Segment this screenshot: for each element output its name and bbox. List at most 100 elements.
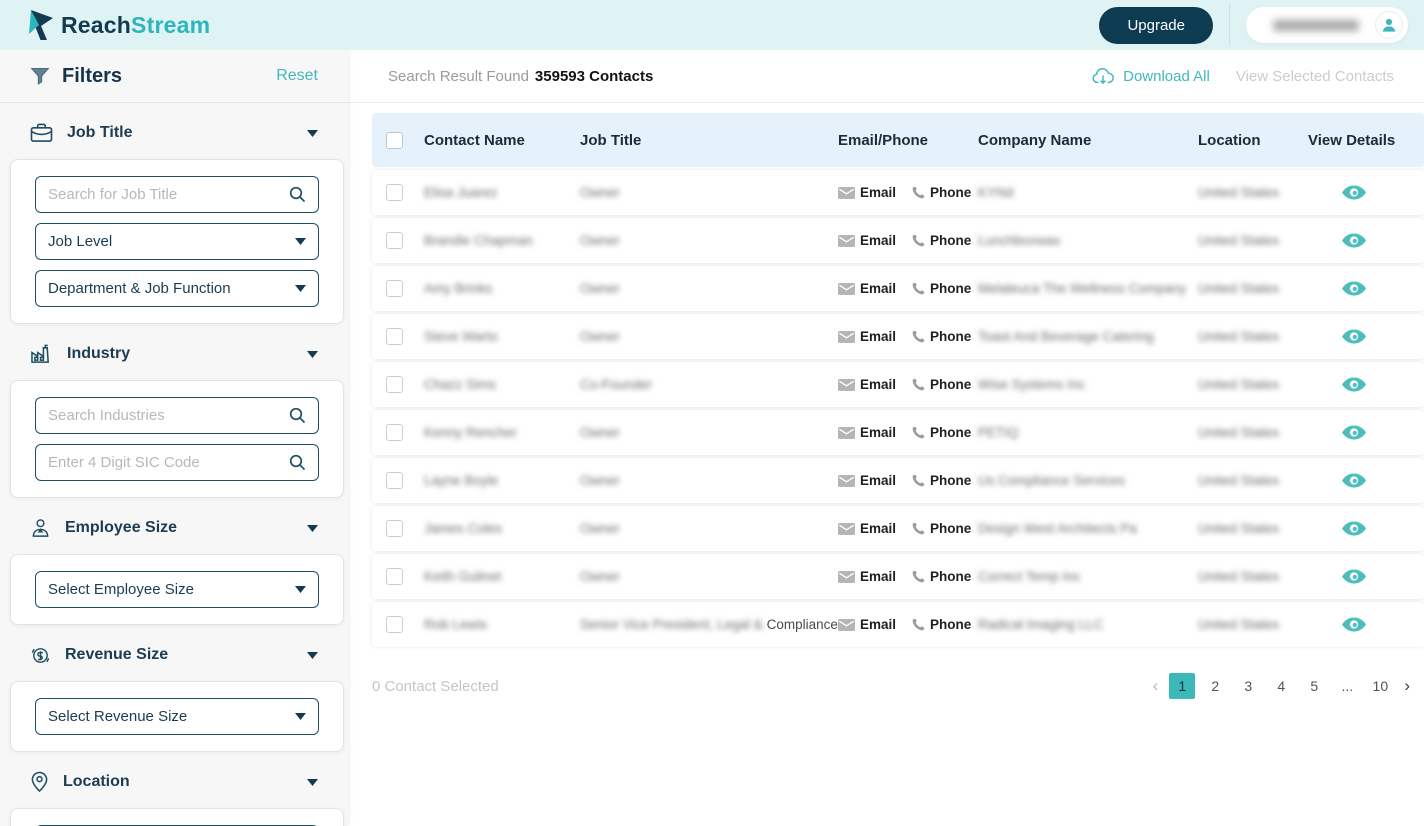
phone-link[interactable]: Phone — [912, 233, 971, 248]
phone-link[interactable]: Phone — [912, 281, 971, 296]
filter-section-job-title: Job Title Job Level Department & Job Fun… — [0, 111, 348, 324]
phone-link[interactable]: Phone — [912, 185, 971, 200]
view-selected-contacts-button[interactable]: View Selected Contacts — [1236, 68, 1394, 85]
view-details-eye-icon[interactable] — [1342, 521, 1424, 536]
email-link[interactable]: Email — [838, 473, 896, 488]
next-page-button[interactable]: › — [1400, 676, 1414, 696]
company-name: Us Compliance Services — [978, 473, 1198, 488]
revenue-icon — [30, 645, 51, 666]
job-title-search-field[interactable] — [35, 176, 319, 213]
select-all-checkbox[interactable] — [386, 132, 403, 149]
phone-icon — [912, 522, 925, 535]
email-link[interactable]: Email — [838, 233, 896, 248]
reset-filters-button[interactable]: Reset — [276, 67, 318, 85]
envelope-icon — [838, 331, 855, 343]
contact-location: United States — [1198, 185, 1308, 200]
view-details-eye-icon[interactable] — [1342, 185, 1424, 200]
contact-name: Brandie Chapman — [424, 233, 580, 248]
column-location: Location — [1198, 132, 1308, 149]
page-number-button[interactable]: 5 — [1301, 673, 1327, 699]
row-checkbox[interactable] — [386, 424, 403, 441]
job-title: Owner — [580, 281, 838, 296]
revenue-size-section-header[interactable]: Revenue Size — [0, 633, 348, 677]
row-checkbox[interactable] — [386, 280, 403, 297]
phone-link[interactable]: Phone — [912, 569, 971, 584]
filter-section-revenue-size: Revenue Size Select Revenue Size — [0, 633, 348, 752]
row-checkbox[interactable] — [386, 616, 403, 633]
chevron-down-icon[interactable] — [307, 525, 318, 532]
page-number-button[interactable]: 2 — [1202, 673, 1228, 699]
page-number-button[interactable]: 10 — [1367, 673, 1393, 699]
job-title-search-input[interactable] — [48, 186, 289, 203]
department-job-function-dropdown[interactable]: Department & Job Function — [35, 270, 319, 307]
email-link[interactable]: Email — [838, 617, 896, 632]
email-link[interactable]: Email — [838, 185, 896, 200]
phone-link[interactable]: Phone — [912, 617, 971, 632]
industry-search-input[interactable] — [48, 407, 289, 424]
email-link[interactable]: Email — [838, 521, 896, 536]
row-checkbox[interactable] — [386, 472, 403, 489]
upgrade-button[interactable]: Upgrade — [1099, 7, 1213, 44]
page-number-button[interactable]: 3 — [1235, 673, 1261, 699]
company-name: Melaleuca The Wellness Company — [978, 281, 1198, 296]
download-all-button[interactable]: Download All — [1092, 67, 1210, 85]
chevron-down-icon[interactable] — [307, 652, 318, 659]
user-account-button[interactable] — [1246, 7, 1408, 43]
chevron-down-icon[interactable] — [307, 351, 318, 358]
view-details-eye-icon[interactable] — [1342, 617, 1424, 632]
contact-name: Layne Boyle — [424, 473, 580, 488]
phone-link[interactable]: Phone — [912, 425, 971, 440]
view-details-eye-icon[interactable] — [1342, 377, 1424, 392]
view-details-eye-icon[interactable] — [1342, 233, 1424, 248]
contacts-table: Contact Name Job Title Email/Phone Compa… — [348, 103, 1424, 647]
contact-location: United States — [1198, 521, 1308, 536]
table-row: Steve Warto Owner Email Phone Toast And … — [372, 314, 1424, 359]
view-details-eye-icon[interactable] — [1342, 281, 1424, 296]
sic-code-input[interactable] — [48, 454, 289, 471]
email-link[interactable]: Email — [838, 281, 896, 296]
revenue-size-filter-card: Select Revenue Size — [10, 681, 344, 752]
view-details-eye-icon[interactable] — [1342, 425, 1424, 440]
phone-icon — [912, 474, 925, 487]
previous-page-button[interactable]: ‹ — [1149, 676, 1163, 696]
job-title-section-header[interactable]: Job Title — [0, 111, 348, 155]
industry-section-header[interactable]: Industry — [0, 332, 348, 376]
sic-code-field[interactable] — [35, 444, 319, 481]
view-details-eye-icon[interactable] — [1342, 329, 1424, 344]
row-checkbox[interactable] — [386, 328, 403, 345]
email-link[interactable]: Email — [838, 425, 896, 440]
phone-link[interactable]: Phone — [912, 473, 971, 488]
chevron-down-icon[interactable] — [307, 130, 318, 137]
page-number-button[interactable]: 1 — [1169, 673, 1195, 699]
page-number-button[interactable]: ... — [1334, 673, 1360, 699]
row-checkbox[interactable] — [386, 520, 403, 537]
email-phone-cell: Email Phone — [838, 569, 978, 584]
phone-link[interactable]: Phone — [912, 377, 971, 392]
employee-size-filter-card: Select Employee Size — [10, 554, 344, 625]
table-row: Layne Boyle Owner Email Phone Us Complia… — [372, 458, 1424, 503]
page-number-button[interactable]: 4 — [1268, 673, 1294, 699]
company-name: KYNd — [978, 185, 1198, 200]
employee-size-dropdown[interactable]: Select Employee Size — [35, 571, 319, 608]
row-checkbox[interactable] — [386, 568, 403, 585]
row-checkbox[interactable] — [386, 376, 403, 393]
view-details-eye-icon[interactable] — [1342, 473, 1424, 488]
email-link[interactable]: Email — [838, 329, 896, 344]
filter-section-employee-size: Employee Size Select Employee Size — [0, 506, 348, 625]
phone-link[interactable]: Phone — [912, 329, 971, 344]
employee-size-section-header[interactable]: Employee Size — [0, 506, 348, 550]
row-checkbox[interactable] — [386, 184, 403, 201]
view-details-eye-icon[interactable] — [1342, 569, 1424, 584]
company-name: Correct Temp Inc — [978, 569, 1198, 584]
industry-search-field[interactable] — [35, 397, 319, 434]
revenue-size-dropdown[interactable]: Select Revenue Size — [35, 698, 319, 735]
row-checkbox[interactable] — [386, 232, 403, 249]
chevron-down-icon[interactable] — [307, 779, 318, 786]
topbar-divider — [1229, 4, 1230, 46]
email-link[interactable]: Email — [838, 569, 896, 584]
table-row: Rob Lewis Senior Vice President, Legal &… — [372, 602, 1424, 647]
job-level-dropdown[interactable]: Job Level — [35, 223, 319, 260]
email-link[interactable]: Email — [838, 377, 896, 392]
phone-link[interactable]: Phone — [912, 521, 971, 536]
location-section-header[interactable]: Location — [0, 760, 348, 804]
